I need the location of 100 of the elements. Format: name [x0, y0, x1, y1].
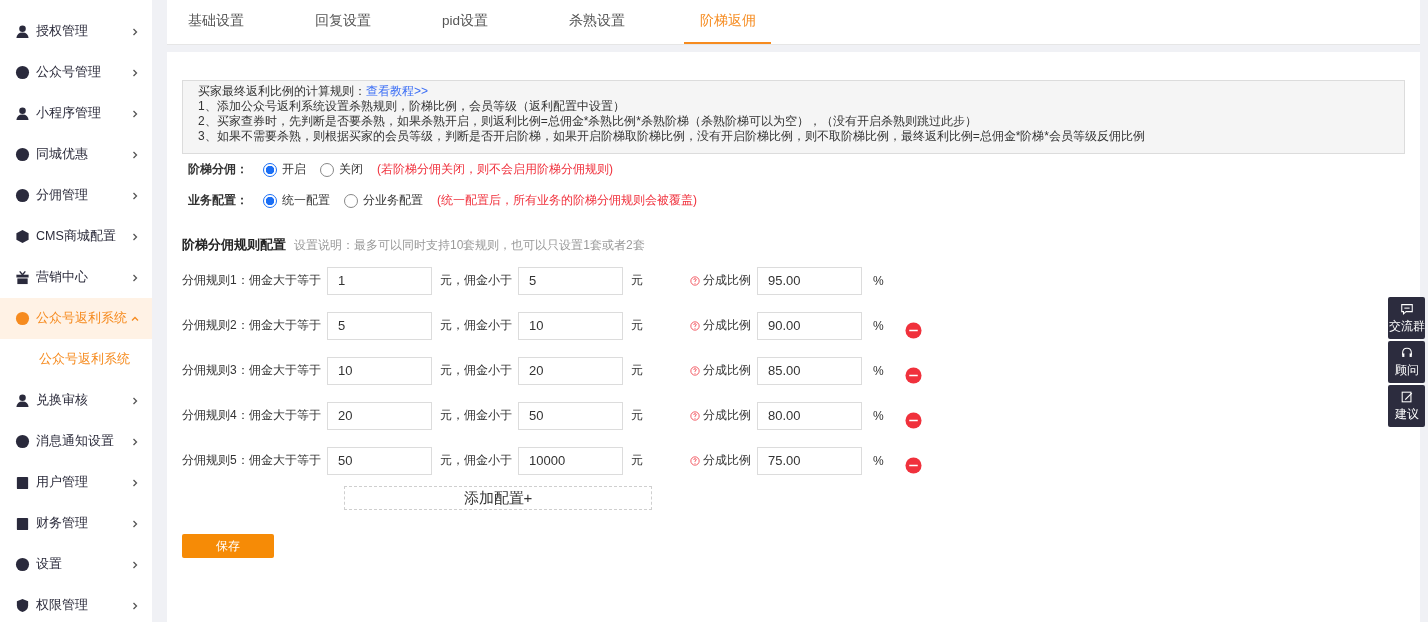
percent-label: % — [873, 273, 885, 288]
sidebar-item-label: 公众号返利系统 — [36, 310, 128, 327]
chevron-right-icon — [130, 190, 140, 201]
ratio-input[interactable]: 80.00 — [757, 401, 862, 430]
sidebar-item[interactable]: 权限管理 — [0, 585, 152, 622]
ratio-input[interactable]: 85.00 — [757, 356, 862, 385]
radio-option[interactable]: 开启 — [263, 161, 306, 178]
unit-label: 元 — [631, 407, 644, 424]
sidebar-item[interactable]: 用户管理 — [0, 462, 152, 503]
radio-option[interactable]: 分业务配置 — [344, 192, 423, 209]
max-input[interactable]: 10 — [518, 311, 623, 340]
radio-button[interactable] — [344, 193, 358, 208]
tab[interactable]: 基础设置 — [174, 0, 301, 44]
sidebar-item-label: 公众号管理 — [36, 64, 102, 81]
ratio-label: 分成比例 — [703, 452, 751, 469]
unit-label: 元 — [631, 272, 644, 289]
tab[interactable]: pid设置 — [428, 0, 555, 44]
min-input[interactable]: 20 — [327, 401, 432, 430]
setting-label: 业务配置： — [188, 192, 249, 209]
remove-icon[interactable] — [905, 322, 922, 339]
sidebar-item[interactable]: 同城优惠 — [0, 134, 152, 175]
max-input[interactable]: 10000 — [518, 446, 623, 475]
help-icon[interactable] — [690, 410, 700, 421]
float-tool-button[interactable]: 顾问 — [1388, 341, 1425, 383]
sidebar-item[interactable]: 财务管理 — [0, 503, 152, 544]
chevron-right-icon — [130, 477, 140, 488]
person-icon — [15, 106, 30, 121]
sidebar-item-label: 兑换审核 — [36, 392, 89, 409]
radio-button[interactable] — [263, 162, 277, 177]
float-tool-button[interactable]: 建议 — [1388, 385, 1425, 427]
ratio-label: 分成比例 — [703, 407, 751, 424]
ratio-input[interactable]: 75.00 — [757, 446, 862, 475]
notice-text: 2、买家查券时，先判断是否要杀熟，如果杀熟开启，则返利比例=总佣金*杀熟比例*杀熟阶梯（杀熟阶梯可以为空），（没有开启杀熟则跳过此步） — [198, 114, 979, 129]
notice-title: 买家最终返利比例的计算规则： — [198, 84, 366, 98]
radio-button[interactable] — [263, 193, 277, 208]
chevron-right-icon — [130, 149, 140, 160]
notice-text: 1、添加公众号返利系统设置杀熟规则，阶梯比例，会员等级（返利配置中设置） — [198, 99, 626, 114]
sidebar-item-label: 分佣管理 — [36, 187, 89, 204]
chevron-right-icon — [130, 108, 140, 119]
ratio-input[interactable]: 95.00 — [757, 266, 862, 295]
sidebar-item[interactable]: 兑换审核 — [0, 380, 152, 421]
tab[interactable]: 杀熟设置 — [555, 0, 682, 44]
chevron-right-icon — [130, 272, 140, 283]
tutorial-link[interactable]: 查看教程>> — [366, 84, 428, 98]
add-config-button[interactable]: 添加配置+ — [344, 486, 652, 510]
sidebar-item-label: 消息通知设置 — [36, 433, 115, 450]
sidebar-item[interactable]: 分佣管理 — [0, 175, 152, 216]
chevron-right-icon — [130, 600, 140, 611]
sidebar-item-label: 用户管理 — [36, 474, 89, 491]
tab[interactable]: 回复设置 — [301, 0, 428, 44]
min-input[interactable]: 50 — [327, 446, 432, 475]
min-input[interactable]: 10 — [327, 356, 432, 385]
rule-label: 分佣规则5： — [182, 452, 249, 469]
sidebar-item-label: 同城优惠 — [36, 146, 89, 163]
min-input[interactable]: 1 — [327, 266, 432, 295]
max-label: 元，佣金小于 — [440, 452, 512, 469]
remove-icon[interactable] — [905, 457, 922, 474]
max-input[interactable]: 20 — [518, 356, 623, 385]
section-title: 阶梯分佣规则配置 — [182, 236, 286, 254]
percent-label: % — [873, 408, 885, 423]
chevron-right-icon — [130, 395, 140, 406]
ratio-input[interactable]: 90.00 — [757, 311, 862, 340]
sidebar-item[interactable]: 设置 — [0, 544, 152, 585]
percent-label: % — [873, 453, 885, 468]
radio-button[interactable] — [320, 162, 334, 177]
chevron-right-icon — [130, 26, 140, 37]
help-icon[interactable] — [690, 275, 700, 286]
unit-label: 元 — [631, 362, 644, 379]
chevron-right-icon — [130, 67, 140, 78]
remove-icon[interactable] — [905, 367, 922, 384]
min-label: 佣金大于等于 — [249, 317, 321, 334]
sidebar-item-label: 营销中心 — [36, 269, 89, 286]
radio-option[interactable]: 统一配置 — [263, 192, 330, 209]
max-input[interactable]: 5 — [518, 266, 623, 295]
min-input[interactable]: 5 — [327, 311, 432, 340]
radio-label: 开启 — [282, 161, 306, 178]
min-label: 佣金大于等于 — [249, 407, 321, 424]
ratio-label: 分成比例 — [703, 362, 751, 379]
sidebar-item[interactable]: 授权管理 — [0, 11, 152, 52]
shield-icon — [15, 598, 30, 613]
radio-option[interactable]: 关闭 — [320, 161, 363, 178]
radio-label: 统一配置 — [282, 192, 330, 209]
sidebar-item[interactable]: 营销中心 — [0, 257, 152, 298]
help-icon[interactable] — [690, 365, 700, 376]
help-icon[interactable] — [690, 455, 700, 466]
help-icon[interactable] — [690, 320, 700, 331]
remove-icon[interactable] — [905, 412, 922, 429]
sidebar-item-label: 设置 — [36, 556, 63, 573]
max-input[interactable]: 50 — [518, 401, 623, 430]
chat-icon — [1399, 301, 1414, 316]
float-tool-button[interactable]: 交流群 — [1388, 297, 1425, 339]
chevron-right-icon — [130, 559, 140, 570]
sidebar-item[interactable]: 消息通知设置 — [0, 421, 152, 462]
sidebar-item[interactable]: 小程序管理 — [0, 93, 152, 134]
headset-icon — [1399, 345, 1414, 360]
sidebar-item[interactable]: 公众号管理 — [0, 52, 152, 93]
max-label: 元，佣金小于 — [440, 272, 512, 289]
sidebar-item[interactable]: CMS商城配置 — [0, 216, 152, 257]
setting-hint: (若阶梯分佣关闭，则不会启用阶梯分佣规则) — [377, 161, 613, 178]
sidebar-item-label: 权限管理 — [36, 597, 89, 614]
